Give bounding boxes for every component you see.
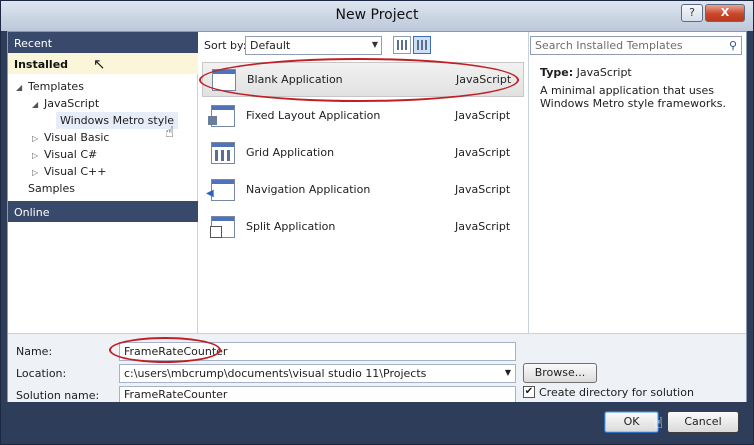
project-settings-form: Name: FrameRateCounter Location: c:\user… xyxy=(8,333,746,403)
tree-item-samples[interactable]: Samples xyxy=(28,180,75,197)
recent-section[interactable]: Recent xyxy=(8,32,198,53)
create-directory-checkbox[interactable]: ✔ xyxy=(523,386,535,398)
split-app-icon xyxy=(210,216,235,238)
expanded-arrow-icon: ◢ xyxy=(16,83,23,92)
installed-section[interactable]: Installed xyxy=(8,53,198,74)
template-fixed-layout-application[interactable]: Fixed Layout Application JavaScript xyxy=(202,99,524,134)
tree-item-visual-cpp[interactable]: ▷ Visual C++ xyxy=(32,163,106,180)
template-grid-application[interactable]: Grid Application JavaScript xyxy=(202,136,524,171)
medium-icons-view-button[interactable] xyxy=(413,36,431,54)
dialog-body: Recent Installed ◢ Templates ◢ JavaScript … xyxy=(7,31,747,403)
location-label: Location: xyxy=(16,367,67,380)
tree-item-visual-basic[interactable]: ▷ Visual Basic xyxy=(32,129,109,146)
new-project-dialog: New Project ? X Recent Installed ◢ Templa… xyxy=(0,0,754,445)
template-blank-application[interactable]: Blank Application JavaScript xyxy=(202,62,524,97)
small-icons-icon xyxy=(397,40,407,50)
tree-item-javascript[interactable]: ◢ JavaScript xyxy=(32,95,99,112)
ok-button[interactable]: OK xyxy=(604,411,659,433)
medium-icons-icon xyxy=(417,40,427,50)
online-section[interactable]: Online xyxy=(8,201,198,222)
navigation-app-icon xyxy=(206,179,235,201)
collapsed-arrow-icon: ▷ xyxy=(32,134,39,143)
template-details-pane: Search Installed Templates ⚲ Type: JavaS… xyxy=(530,32,746,333)
template-type: Type: JavaScript xyxy=(540,66,632,79)
chevron-down-icon: ▼ xyxy=(504,368,511,377)
solution-name-label: Solution name: xyxy=(16,389,100,402)
dialog-button-bar: OK Cancel xyxy=(7,402,747,442)
dialog-title: New Project xyxy=(335,7,419,23)
cancel-button[interactable]: Cancel xyxy=(667,411,739,433)
project-name-input[interactable]: FrameRateCounter xyxy=(119,342,516,361)
blank-app-icon xyxy=(212,69,236,91)
sort-by-label: Sort by: xyxy=(204,39,247,52)
search-input[interactable]: Search Installed Templates ⚲ xyxy=(530,36,742,55)
help-button[interactable]: ? xyxy=(681,4,703,22)
tree-item-windows-metro-style[interactable]: Windows Metro style xyxy=(56,112,179,129)
collapsed-arrow-icon: ▷ xyxy=(32,151,39,160)
sort-by-select[interactable]: Default ▼ xyxy=(245,36,382,55)
template-description: A minimal application that uses Windows … xyxy=(540,84,727,110)
template-list-pane: Sort by: Default ▼ Blank Application Jav… xyxy=(198,32,529,333)
grid-app-icon xyxy=(211,142,235,164)
collapsed-arrow-icon: ▷ xyxy=(32,168,39,177)
name-label: Name: xyxy=(16,345,53,358)
chevron-down-icon: ▼ xyxy=(371,40,378,49)
template-category-pane: Recent Installed ◢ Templates ◢ JavaScript … xyxy=(8,32,198,333)
browse-button[interactable]: Browse... xyxy=(523,363,597,383)
fixed-layout-app-icon xyxy=(208,105,235,127)
tree-item-visual-csharp[interactable]: ▷ Visual C# xyxy=(32,146,97,163)
title-bar: New Project ? X xyxy=(1,1,753,31)
tree-item-templates[interactable]: ◢ Templates xyxy=(16,78,84,95)
location-combo[interactable]: c:\users\mbcrump\documents\visual studio… xyxy=(119,364,516,383)
template-navigation-application[interactable]: Navigation Application JavaScript xyxy=(202,173,524,208)
create-directory-label: Create directory for solution xyxy=(539,386,694,399)
expanded-arrow-icon: ◢ xyxy=(32,100,39,109)
template-split-application[interactable]: Split Application JavaScript xyxy=(202,210,524,245)
solution-name-input[interactable]: FrameRateCounter xyxy=(119,386,516,403)
small-icons-view-button[interactable] xyxy=(393,36,411,54)
close-button[interactable]: X xyxy=(705,4,745,22)
search-icon[interactable]: ⚲ xyxy=(729,39,737,52)
